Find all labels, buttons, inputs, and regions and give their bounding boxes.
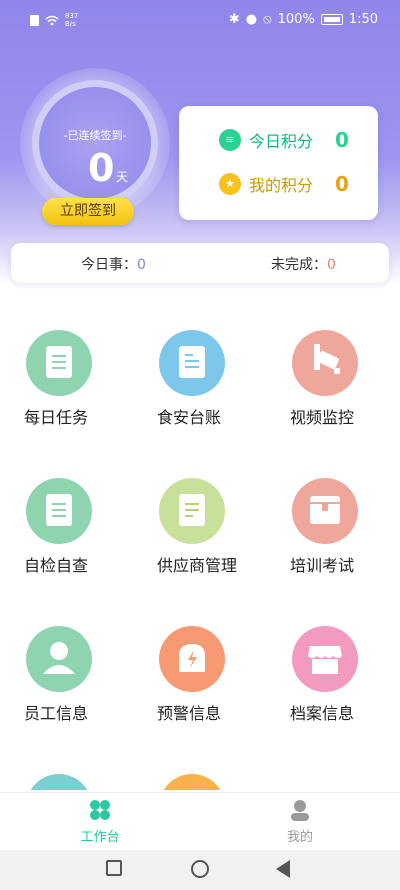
wifi-icon [45,15,59,25]
today-points-value: 0 [335,128,349,152]
status-bar: 837 B/s ✱ ● ⦸ 100% 1:50 [0,0,400,40]
store-icon [292,626,358,692]
tab-workbench[interactable]: 工作台 [60,799,140,845]
home-button[interactable] [191,860,209,878]
grid-item-training-exam[interactable]: 培训考试 [266,448,399,578]
clover-icon [89,799,111,821]
my-points-value: 0 [335,172,349,196]
battery-icon [320,14,343,25]
today-tasks[interactable]: 今日事：0 [81,254,146,274]
grid-item-label: 自检自查 [24,556,89,575]
back-button[interactable] [276,860,290,878]
signin-streak: -已连续签到- 0 天 [20,68,170,218]
person-glyph [43,642,75,674]
battery-percent: 100% [277,12,315,27]
tab-mine[interactable]: 我的 [260,799,340,845]
grid-item-food-ledger[interactable]: 食安台账 [133,300,266,430]
alarm-glyph [179,644,205,672]
network-speed: 837 B/s [65,12,78,28]
grid-item-video-monitor[interactable]: 视频监控 [266,300,399,430]
grid-item-label: 员工信息 [24,704,89,723]
pending-tasks-label: 未完成： [271,257,327,273]
net-speed-value: 837 [65,12,79,20]
partial-icon [159,774,225,790]
system-nav-bar [0,850,400,890]
mute-icon: ⦸ [263,12,272,27]
task-summary: 今日事：0 未完成：0 [11,243,389,283]
today-points-row[interactable]: ≡ 今日积分 0 [219,128,349,152]
grid-item-staff-info[interactable]: 员工信息 [0,596,133,726]
grid-item-supplier-mgmt[interactable]: 供应商管理 [133,448,266,578]
status-left: 837 B/s [30,12,78,28]
pending-tasks-value: 0 [327,257,336,273]
signin-streak-unit: 天 [116,170,129,184]
grid-item-label: 食安台账 [157,408,222,427]
grid-item-label: 档案信息 [290,704,355,723]
function-grid: 每日任务 食安台账 视频监控 自检自查 供应商管理 培训考试 员工信息 预警信息… [0,300,400,790]
grid-item-label: 每日任务 [24,408,89,427]
grid-item-partial-1[interactable] [0,744,133,790]
ledger-icon [159,330,225,396]
net-speed-unit: B/s [65,20,76,28]
grid-item-label: 预警信息 [157,704,222,723]
grid-item-label: 培训考试 [290,556,355,575]
today-tasks-label: 今日事： [81,257,137,273]
grid-item-label: 视频监控 [290,408,355,427]
box-icon [292,478,358,544]
signin-streak-count: 0 [88,146,115,190]
grid-item-label: 供应商管理 [157,556,238,575]
recents-button[interactable] [106,860,122,876]
signin-button[interactable]: 立即签到 [42,198,134,225]
box-glyph [310,496,340,524]
my-points-row[interactable]: ★ 我的积分 0 [219,172,349,196]
my-points-label: 我的积分 [249,176,314,195]
tab-workbench-label: 工作台 [80,830,120,845]
location-icon: ● [245,12,258,27]
clipboard-icon [26,330,92,396]
status-right: ✱ ● ⦸ 100% 1:50 [229,12,378,27]
store-glyph [308,646,342,674]
points-card: ≡ 今日积分 0 ★ 我的积分 0 [179,106,378,220]
bluetooth-icon: ✱ [228,12,240,27]
signin-streak-label: -已连续签到- [63,129,127,142]
clock: 1:50 [348,12,378,27]
grid-item-partial-2[interactable] [133,744,266,790]
pending-tasks[interactable]: 未完成：0 [271,254,336,274]
clipboard-icon [26,478,92,544]
coins-icon: ≡ [219,129,241,151]
tab-mine-label: 我的 [286,830,313,845]
user-icon [289,799,311,821]
star-icon: ★ [219,173,241,195]
grid-item-archive-info[interactable]: 档案信息 [266,596,399,726]
camera-icon [292,330,358,396]
grid-item-daily-tasks[interactable]: 每日任务 [0,300,133,430]
grid-item-alert-info[interactable]: 预警信息 [133,596,266,726]
partial-icon [26,774,92,790]
today-points-label: 今日积分 [249,132,314,151]
today-tasks-value: 0 [137,257,146,273]
grid-item-self-check[interactable]: 自检自查 [0,448,133,578]
alarm-icon [159,626,225,692]
person-icon [26,626,92,692]
sim-icon [30,14,39,26]
camera-glyph [314,344,340,374]
document-search-icon [159,478,225,544]
bottom-tab-bar: 工作台 我的 [0,792,400,850]
